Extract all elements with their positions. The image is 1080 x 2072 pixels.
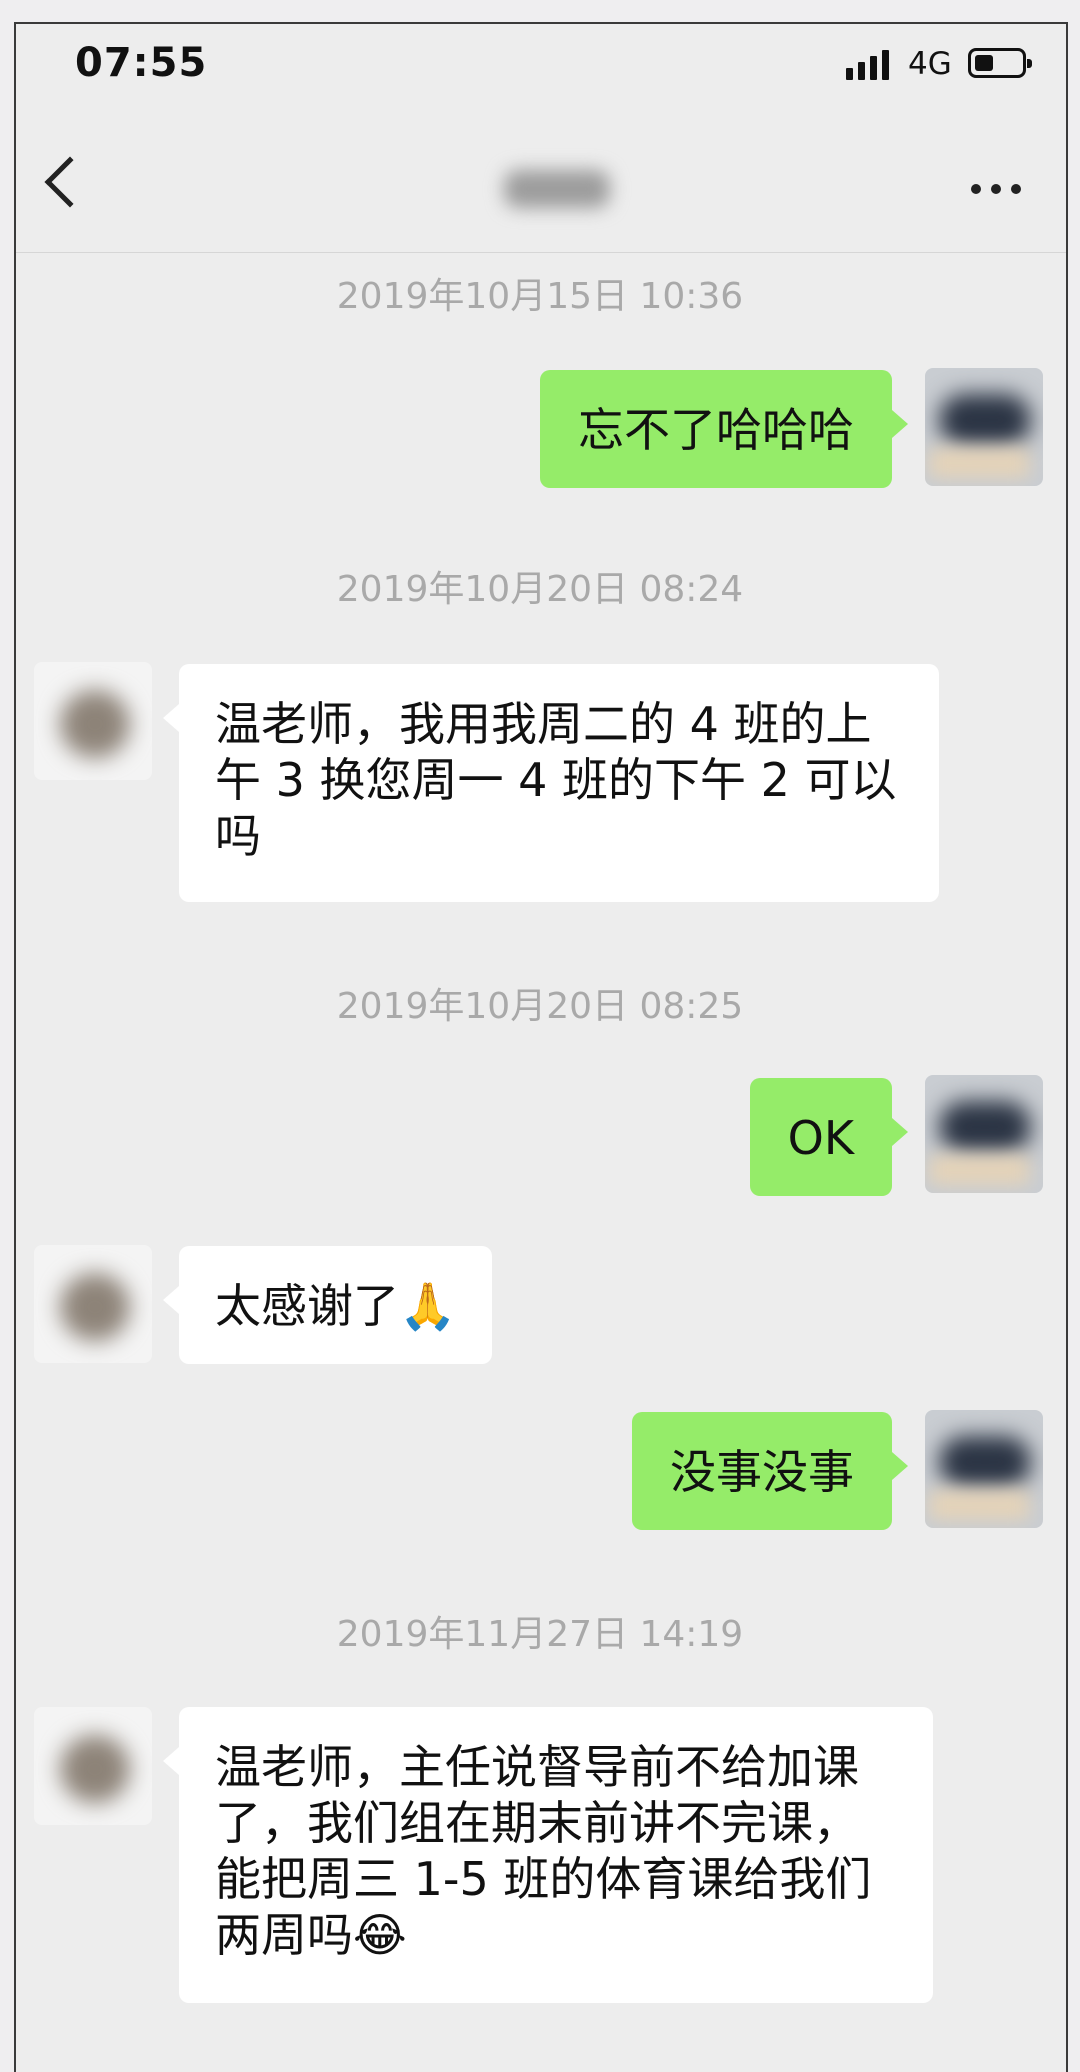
message-text: OK	[787, 1111, 854, 1165]
chat-header	[16, 120, 1066, 253]
more-dots-icon[interactable]	[971, 184, 1021, 194]
message-text: 太感谢了	[215, 1279, 399, 1333]
chevron-left-icon[interactable]	[44, 156, 96, 208]
network-type: 4G	[908, 46, 952, 82]
chat-title-blurred	[504, 170, 610, 208]
message-bubble-received[interactable]: 温老师，我用我周二的 4 班的上午 3 换您周一 4 班的下午 2 可以吗	[163, 664, 939, 902]
message-bubble-sent[interactable]: 没事没事	[632, 1412, 908, 1530]
avatar-contact[interactable]	[34, 662, 152, 780]
message-bubble-received[interactable]: 太感谢了🙏	[162, 1246, 493, 1364]
status-time: 07:55	[75, 40, 208, 86]
signal-bars-icon	[846, 48, 889, 80]
timestamp: 2019年10月15日 10:36	[336, 276, 744, 317]
message-bubble-sent[interactable]: OK	[749, 1078, 909, 1196]
battery-icon	[968, 48, 1032, 78]
message-text: 温老师，主任说督导前不给加课了，我们组在期末前讲不完课，能把周三 1-5 班的体…	[215, 1740, 872, 1962]
message-bubble-sent[interactable]: 忘不了哈哈哈	[540, 370, 908, 488]
avatar-self[interactable]	[925, 368, 1043, 486]
message-text: 忘不了哈哈哈	[578, 403, 854, 457]
avatar-self[interactable]	[925, 1075, 1043, 1193]
tears-of-joy-emoji: 😂	[353, 1908, 407, 1962]
avatar-contact[interactable]	[34, 1707, 152, 1825]
folded-hands-emoji: 🙏	[399, 1279, 457, 1333]
message-text: 温老师，我用我周二的 4 班的上午 3 换您周一 4 班的下午 2 可以吗	[215, 697, 897, 863]
avatar-self[interactable]	[925, 1410, 1043, 1528]
timestamp: 2019年10月20日 08:24	[336, 569, 744, 610]
timestamp: 2019年11月27日 14:19	[336, 1614, 744, 1655]
message-bubble-received[interactable]: 温老师，主任说督导前不给加课了，我们组在期末前讲不完课，能把周三 1-5 班的体…	[163, 1707, 933, 2003]
message-text: 没事没事	[670, 1445, 854, 1499]
timestamp: 2019年10月20日 08:25	[336, 986, 744, 1027]
avatar-contact[interactable]	[34, 1245, 152, 1363]
